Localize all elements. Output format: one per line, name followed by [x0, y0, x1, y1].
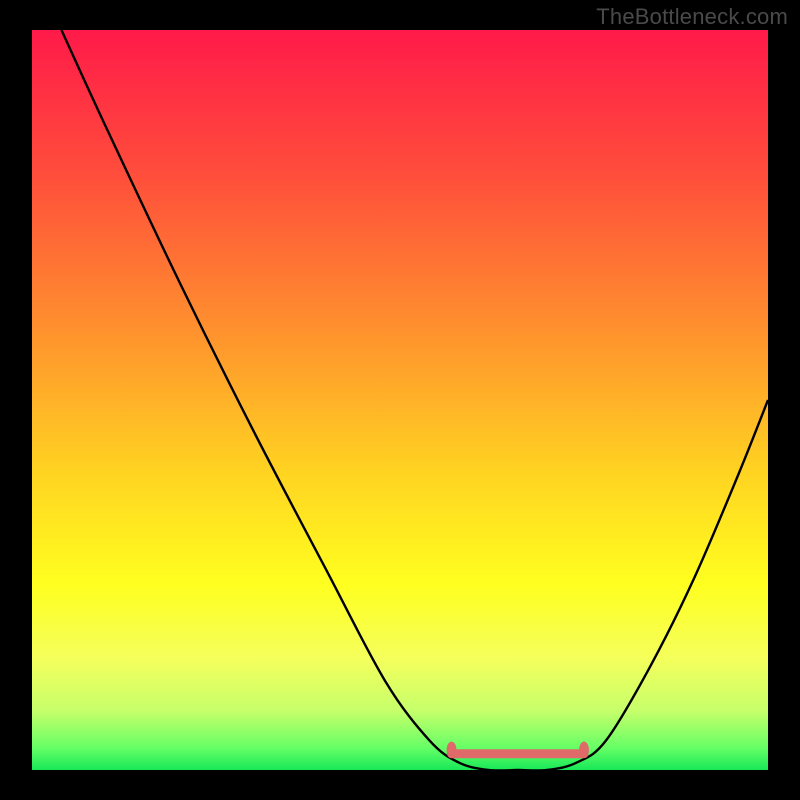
plot-area: [32, 30, 768, 770]
chart-svg: [32, 30, 768, 770]
chart-frame: TheBottleneck.com: [0, 0, 800, 800]
watermark-text: TheBottleneck.com: [596, 4, 788, 30]
gradient-background: [32, 30, 768, 770]
